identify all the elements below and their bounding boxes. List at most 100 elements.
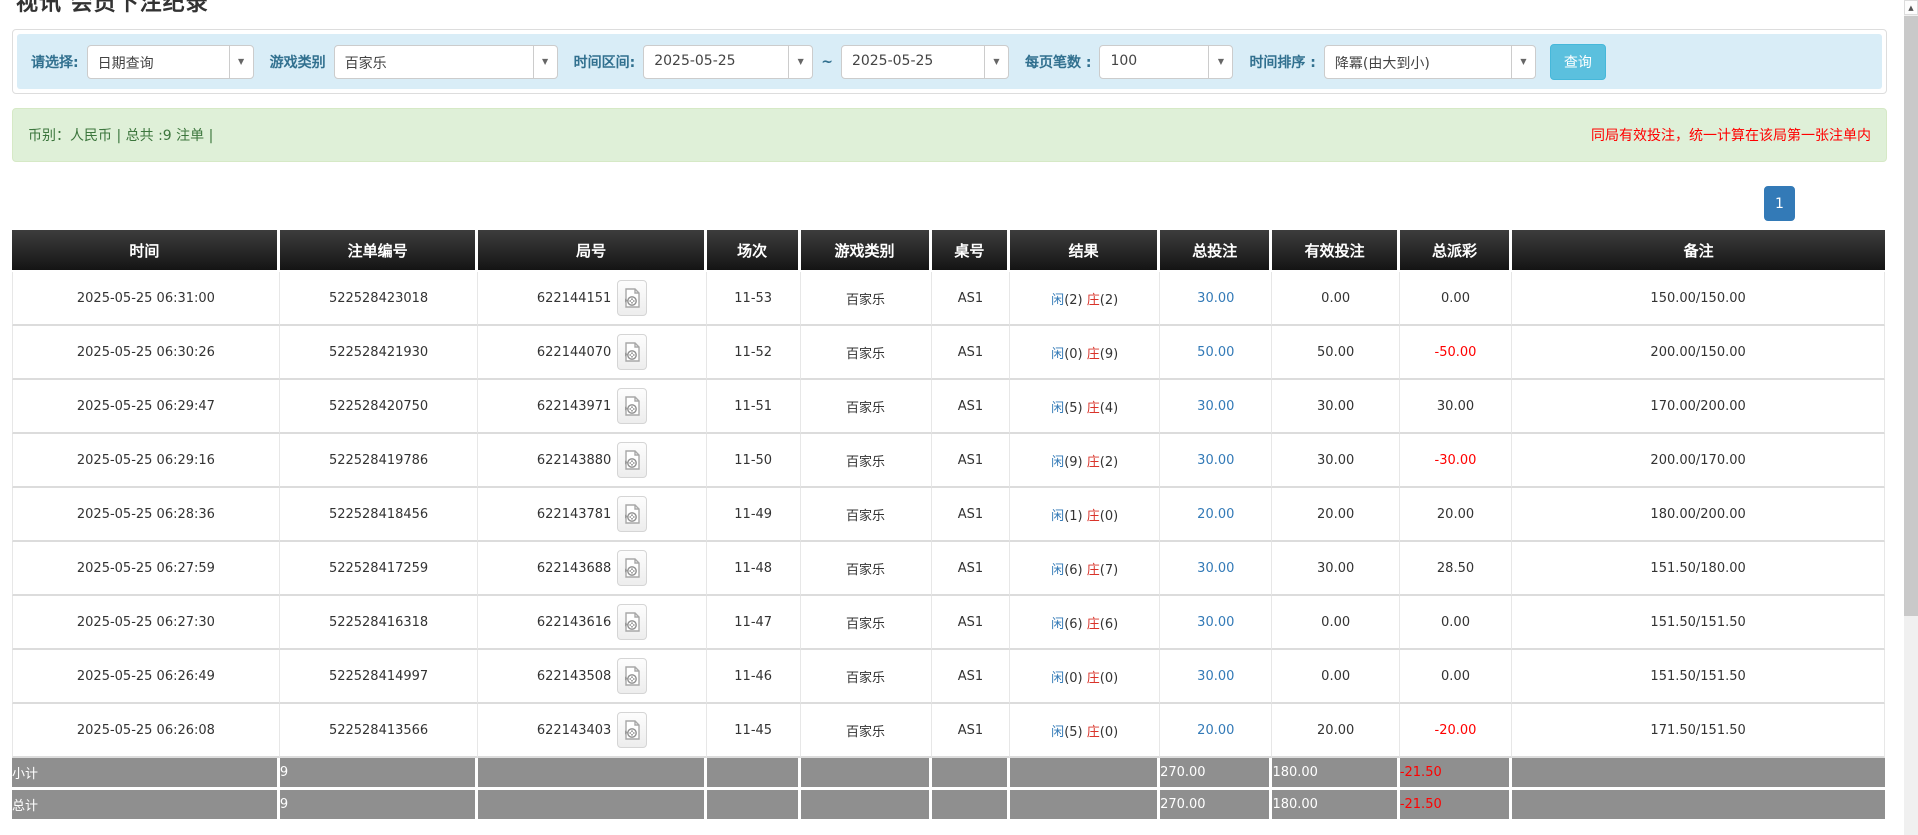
cell-bet-id: 522528419786 [280, 434, 479, 488]
cell-total-bet[interactable]: 20.00 [1160, 488, 1272, 542]
cell-round: 622144151 [478, 272, 707, 326]
round-number: 622143616 [537, 615, 611, 630]
table-row: 2025-05-25 06:27:59 522528417259 6221436… [12, 542, 1885, 596]
result-player: 闲 [1051, 725, 1064, 740]
cell-payout: 0.00 [1400, 596, 1512, 650]
subtotal-count: 9 [280, 758, 479, 790]
cell-session: 11-49 [707, 488, 801, 542]
vertical-scrollbar[interactable]: ▲ [1904, 0, 1918, 835]
cell-time: 2025-05-25 06:26:08 [12, 704, 280, 758]
cell-table-no: AS1 [932, 542, 1011, 596]
cell-valid-bet: 30.00 [1272, 380, 1399, 434]
cell-payout: 0.00 [1400, 650, 1512, 704]
cell-time: 2025-05-25 06:26:49 [12, 650, 280, 704]
table-row: 2025-05-25 06:30:26 522528421930 6221440… [12, 326, 1885, 380]
result-banker: 庄 [1087, 725, 1100, 740]
scroll-up-arrow-icon[interactable]: ▲ [1904, 0, 1918, 15]
cell-game-type: 百家乐 [801, 542, 932, 596]
total-row: 总计 9 270.00 180.00 -21.50 [12, 790, 1885, 822]
subtotal-label: 小计 [12, 758, 280, 790]
chevron-down-icon: ▼ [229, 46, 253, 78]
cell-table-no: AS1 [932, 596, 1011, 650]
video-replay-button[interactable] [617, 496, 647, 532]
cell-session: 11-48 [707, 542, 801, 596]
video-replay-button[interactable] [617, 442, 647, 478]
total-total-bet: 270.00 [1160, 790, 1272, 822]
result-banker: 庄 [1087, 347, 1100, 362]
col-time: 时间 [12, 230, 280, 272]
cell-time: 2025-05-25 06:28:36 [12, 488, 280, 542]
result-banker: 庄 [1087, 455, 1100, 470]
col-payout: 总派彩 [1400, 230, 1512, 272]
round-number: 622144070 [537, 345, 611, 360]
col-round: 局号 [478, 230, 707, 272]
table-row: 2025-05-25 06:29:16 522528419786 6221438… [12, 434, 1885, 488]
page-title: 视讯 会员下注纪录 [16, 0, 1887, 13]
query-button[interactable]: 查询 [1550, 44, 1606, 80]
cell-valid-bet: 0.00 [1272, 650, 1399, 704]
sort-value: 降冪(由大到小) [1325, 46, 1511, 78]
subtotal-valid-bet: 180.00 [1272, 758, 1399, 790]
cell-total-bet[interactable]: 50.00 [1160, 326, 1272, 380]
cell-remark: 151.50/180.00 [1512, 542, 1885, 596]
cell-total-bet[interactable]: 30.00 [1160, 542, 1272, 596]
game-type-select[interactable]: 百家乐 ▼ [334, 45, 558, 79]
page-1-button[interactable]: 1 [1764, 186, 1795, 221]
video-replay-button[interactable] [617, 712, 647, 748]
query-type-select[interactable]: 日期查询 ▼ [87, 45, 254, 79]
cell-payout: -30.00 [1400, 434, 1512, 488]
cell-session: 11-51 [707, 380, 801, 434]
cell-total-bet[interactable]: 30.00 [1160, 650, 1272, 704]
cell-round: 622143508 [478, 650, 707, 704]
chevron-down-icon: ▼ [533, 46, 557, 78]
currency-total-text: 币别：人民币 | 总共 :9 注单 | [28, 125, 213, 145]
date-to-value: 2025-05-25 [842, 46, 984, 78]
date-from-value: 2025-05-25 [644, 46, 788, 78]
round-number: 622143971 [537, 399, 611, 414]
cell-round: 622143616 [478, 596, 707, 650]
cell-total-bet[interactable]: 30.00 [1160, 272, 1272, 326]
cell-total-bet[interactable]: 30.00 [1160, 596, 1272, 650]
per-page-value: 100 [1100, 46, 1208, 78]
video-replay-button[interactable] [617, 388, 647, 424]
date-to-select[interactable]: 2025-05-25 ▼ [841, 45, 1009, 79]
cell-remark: 150.00/150.00 [1512, 272, 1885, 326]
cell-total-bet[interactable]: 30.00 [1160, 434, 1272, 488]
result-player: 闲 [1051, 509, 1064, 524]
cell-round: 622144070 [478, 326, 707, 380]
video-replay-button[interactable] [617, 334, 647, 370]
cell-result: 闲(1) 庄(0) [1010, 488, 1160, 542]
video-replay-icon [624, 342, 640, 362]
scrollbar-thumb[interactable] [1904, 16, 1918, 616]
cell-result: 闲(5) 庄(4) [1010, 380, 1160, 434]
date-from-select[interactable]: 2025-05-25 ▼ [643, 45, 813, 79]
round-number: 622143781 [537, 507, 611, 522]
col-remark: 备注 [1512, 230, 1885, 272]
cell-total-bet[interactable]: 20.00 [1160, 704, 1272, 758]
cell-time: 2025-05-25 06:29:16 [12, 434, 280, 488]
cell-total-bet[interactable]: 30.00 [1160, 380, 1272, 434]
sort-select[interactable]: 降冪(由大到小) ▼ [1324, 45, 1536, 79]
sort-label: 时间排序 : [1249, 52, 1315, 72]
cell-result: 闲(9) 庄(2) [1010, 434, 1160, 488]
cell-table-no: AS1 [932, 380, 1011, 434]
round-number: 622144151 [537, 291, 611, 306]
cell-payout: 20.00 [1400, 488, 1512, 542]
cell-result: 闲(0) 庄(9) [1010, 326, 1160, 380]
video-replay-button[interactable] [617, 604, 647, 640]
cell-session: 11-45 [707, 704, 801, 758]
video-replay-button[interactable] [617, 550, 647, 586]
video-replay-button[interactable] [617, 280, 647, 316]
cell-payout: -20.00 [1400, 704, 1512, 758]
table-row: 2025-05-25 06:27:30 522528416318 6221436… [12, 596, 1885, 650]
filter-bar: 请选择: 日期查询 ▼ 游戏类别 百家乐 ▼ 时间区间: 2025-05-25 … [17, 34, 1882, 89]
video-replay-button[interactable] [617, 658, 647, 694]
total-valid-bet: 180.00 [1272, 790, 1399, 822]
cell-game-type: 百家乐 [801, 434, 932, 488]
total-label: 总计 [12, 790, 280, 822]
per-page-select[interactable]: 100 ▼ [1099, 45, 1233, 79]
result-player: 闲 [1051, 293, 1064, 308]
chevron-down-icon: ▼ [984, 46, 1008, 78]
video-replay-icon [624, 396, 640, 416]
cell-round: 622143403 [478, 704, 707, 758]
